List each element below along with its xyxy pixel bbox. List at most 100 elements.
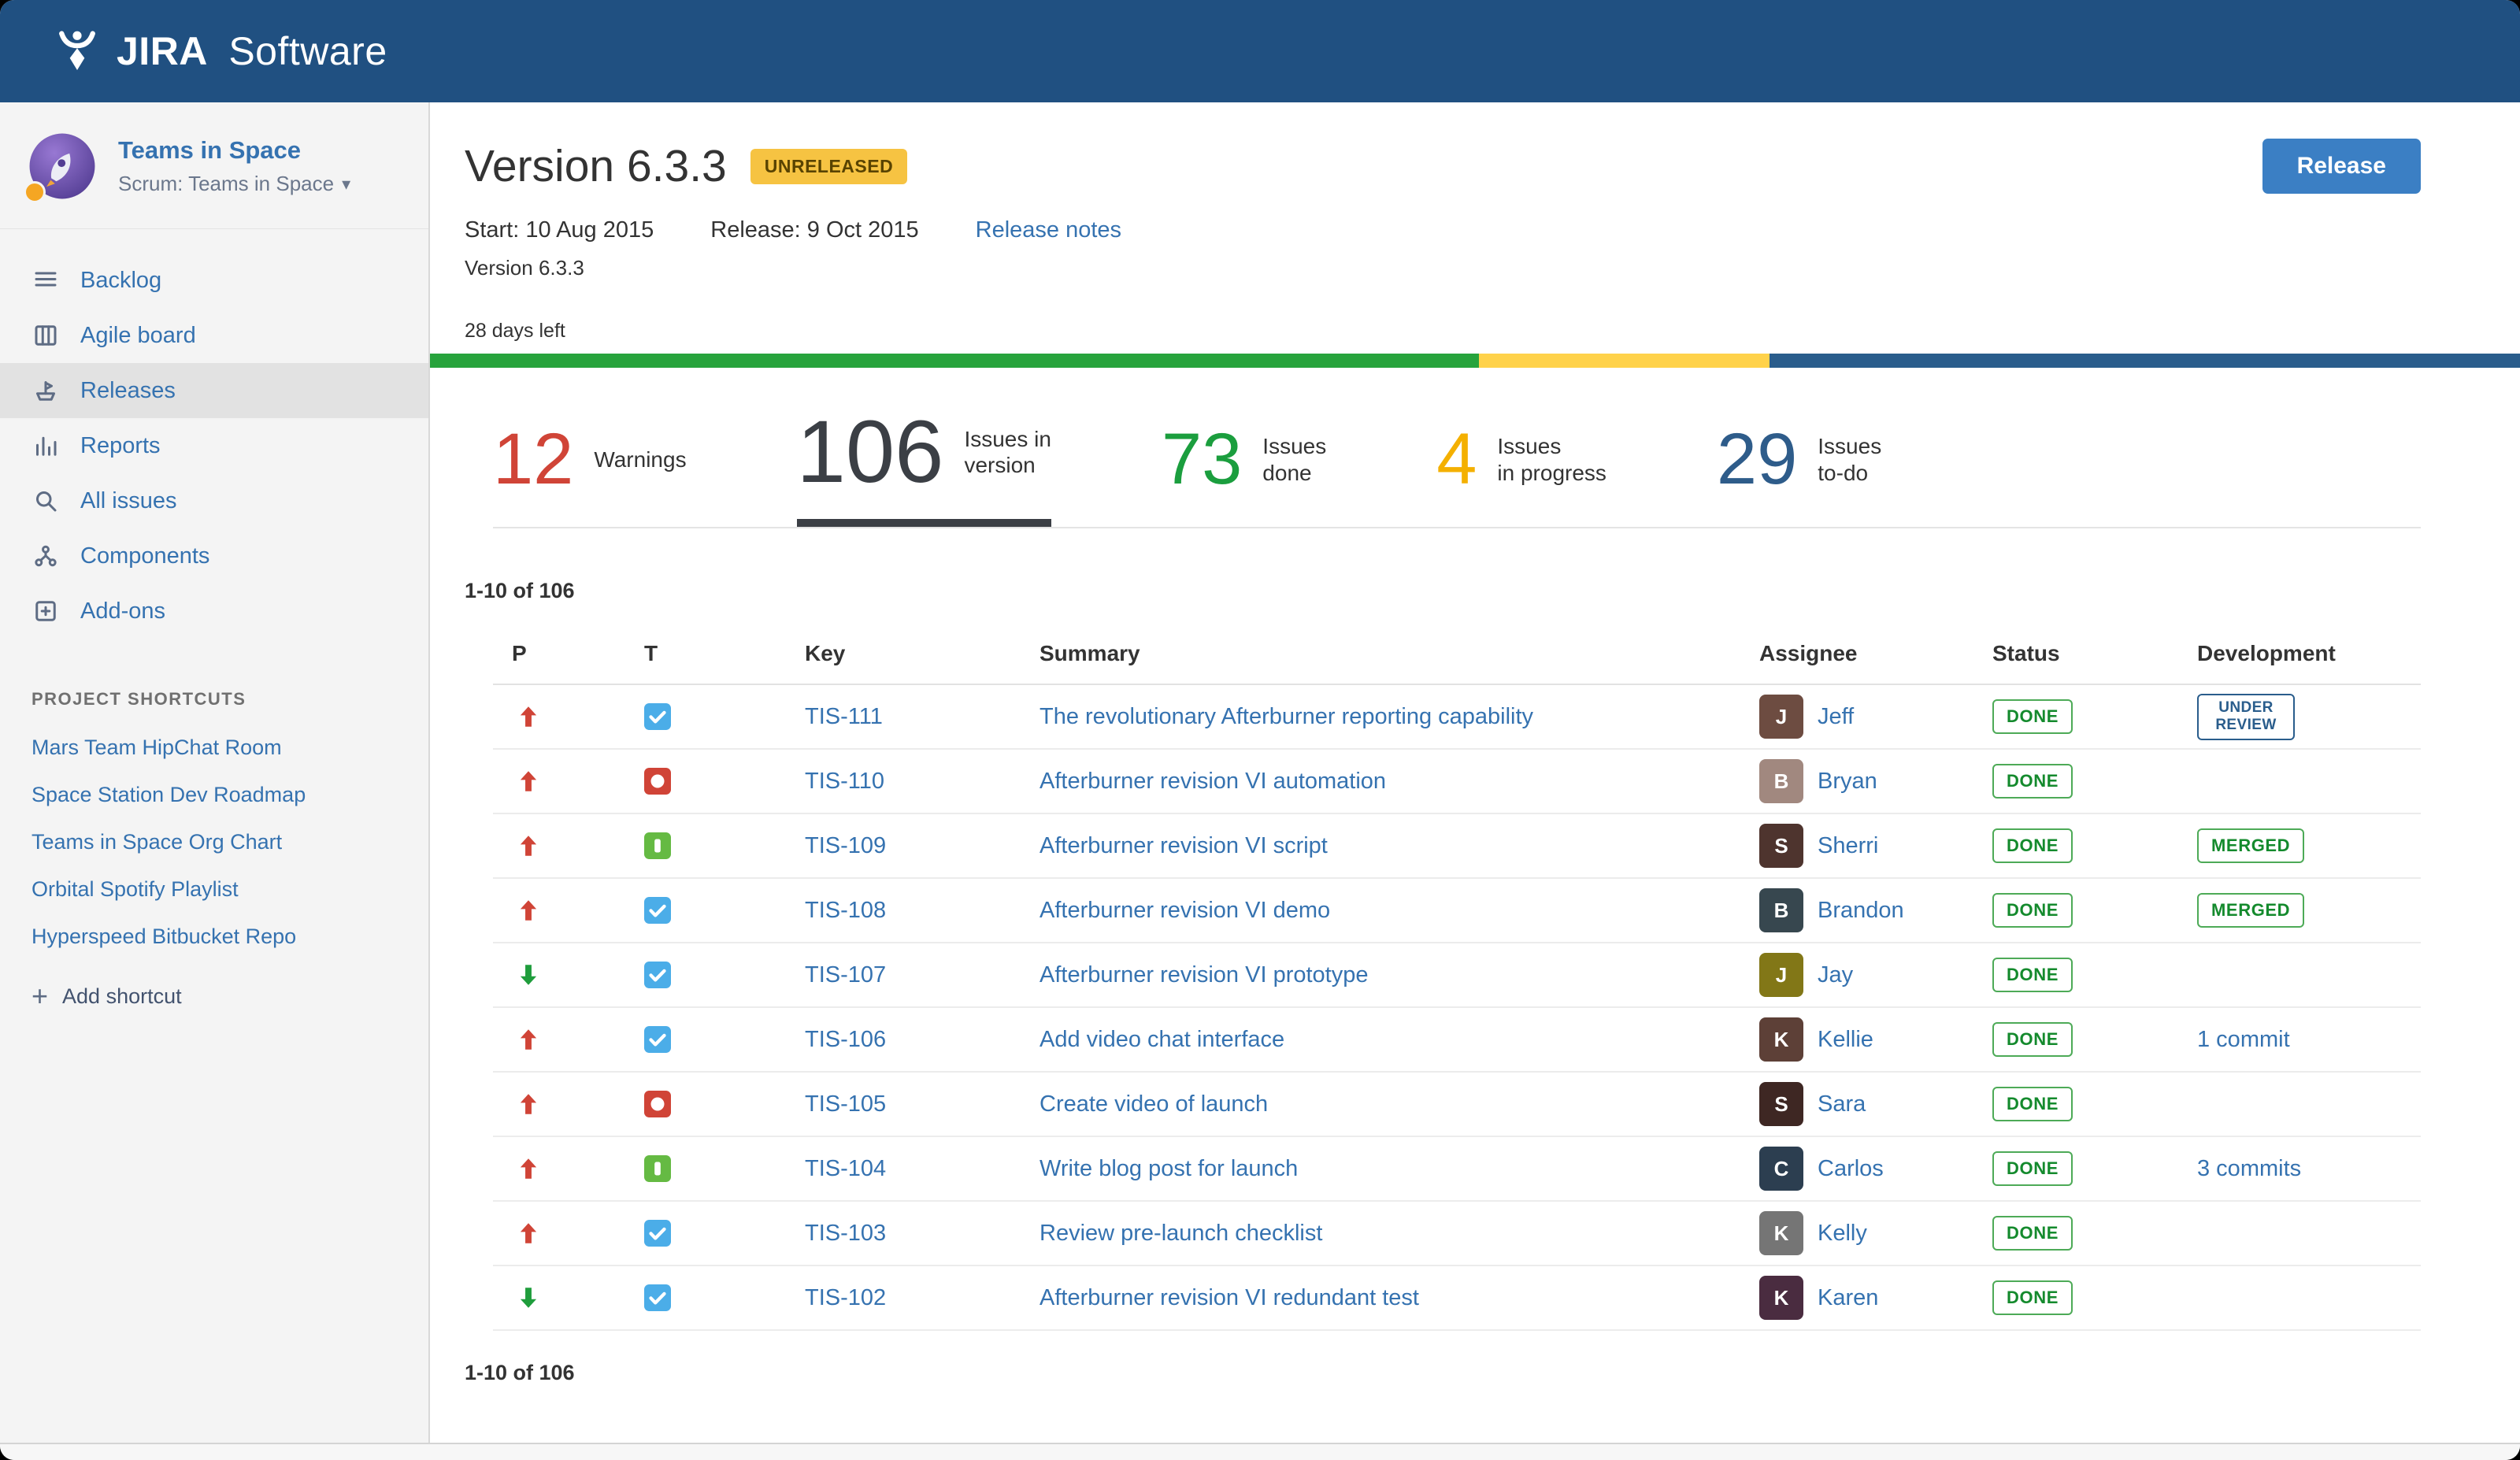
issue-summary-link[interactable]: Write blog post for launch bbox=[1040, 1156, 1298, 1181]
column-header-summary[interactable]: Summary bbox=[1021, 625, 1740, 686]
type-task-icon bbox=[644, 1026, 786, 1054]
issue-summary-link[interactable]: Afterburner revision VI prototype bbox=[1040, 962, 1368, 988]
table-row: TIS-105 Create video of launch S Sara DONE bbox=[493, 1072, 2421, 1138]
version-description: Version 6.3.3 bbox=[465, 256, 584, 280]
column-header-assignee[interactable]: Assignee bbox=[1740, 625, 1973, 686]
shortcut-link-mars-team-hipchat-room[interactable]: Mars Team HipChat Room bbox=[0, 724, 428, 771]
type-bug-icon bbox=[644, 1091, 786, 1118]
sidebar-item-label: Agile board bbox=[80, 322, 196, 348]
issue-summary-link[interactable]: Add video chat interface bbox=[1040, 1027, 1284, 1052]
column-header-key[interactable]: Key bbox=[786, 625, 1021, 686]
priority-down-icon bbox=[512, 1286, 625, 1310]
assignee-link[interactable]: Carlos bbox=[1818, 1156, 1884, 1182]
sidebar-item-reports[interactable]: Reports bbox=[0, 418, 428, 473]
assignee-link[interactable]: Sherri bbox=[1818, 833, 1878, 859]
release-button[interactable]: Release bbox=[2262, 139, 2421, 194]
brand-secondary: Software bbox=[228, 29, 387, 73]
release-progress-bar[interactable] bbox=[430, 354, 2520, 368]
project-shortcuts-list: Mars Team HipChat Room Space Station Dev … bbox=[0, 724, 428, 960]
project-meta: Teams in Space Scrum: Teams in Space ▾ bbox=[118, 136, 350, 196]
sidebar-item-components[interactable]: Components bbox=[0, 528, 428, 584]
all-issues-icon bbox=[32, 487, 60, 515]
assignee-link[interactable]: Kelly bbox=[1818, 1221, 1867, 1247]
stat-warnings[interactable]: 12 Warnings bbox=[493, 423, 687, 527]
issue-summary-link[interactable]: The revolutionary Afterburner reporting … bbox=[1040, 704, 1533, 729]
sidebar-item-all-issues[interactable]: All issues bbox=[0, 473, 428, 528]
assignee-link[interactable]: Jeff bbox=[1818, 704, 1854, 730]
avatar: S bbox=[1759, 824, 1803, 869]
releases-icon bbox=[32, 376, 60, 405]
table-row: TIS-110 Afterburner revision VI automatio… bbox=[493, 749, 2421, 815]
status-badge: DONE bbox=[1992, 1216, 2073, 1251]
assignee-link[interactable]: Kellie bbox=[1818, 1027, 1873, 1053]
issue-summary-link[interactable]: Afterburner revision VI redundant test bbox=[1040, 1285, 1419, 1310]
progress-segment-to-do bbox=[1770, 354, 2520, 368]
issue-summary-link[interactable]: Afterburner revision VI automation bbox=[1040, 769, 1386, 794]
sidebar-item-releases[interactable]: Releases bbox=[0, 363, 428, 418]
status-badge: DONE bbox=[1992, 958, 2073, 993]
project-header: Teams in Space Scrum: Teams in Space ▾ bbox=[0, 102, 428, 229]
board-switcher[interactable]: Scrum: Teams in Space ▾ bbox=[118, 172, 350, 196]
dev-commits-link[interactable]: 3 commits bbox=[2197, 1156, 2301, 1181]
issue-key-link[interactable]: TIS-105 bbox=[805, 1091, 886, 1117]
stat-issues-done[interactable]: 73 Issues done bbox=[1162, 423, 1326, 527]
status-badge: DONE bbox=[1992, 699, 2073, 735]
shortcut-link-hyperspeed-bitbucket-repo[interactable]: Hyperspeed Bitbucket Repo bbox=[0, 913, 428, 960]
jira-logo-icon[interactable] bbox=[52, 26, 102, 76]
issue-key-link[interactable]: TIS-111 bbox=[805, 704, 883, 729]
assignee-link[interactable]: Jay bbox=[1818, 962, 1853, 988]
version-header-section: Version 6.3.3 UNRELEASED Release Start: … bbox=[430, 102, 2520, 343]
issue-key-link[interactable]: TIS-109 bbox=[805, 833, 886, 858]
column-header-status[interactable]: Status bbox=[1973, 625, 2178, 686]
column-header-t[interactable]: T bbox=[625, 625, 786, 686]
dev-status-badge: MERGED bbox=[2197, 828, 2305, 864]
assignee-cell: S Sara bbox=[1759, 1082, 1973, 1127]
table-row: TIS-106 Add video chat interface K Kellie DO… bbox=[493, 1007, 2421, 1073]
issue-key-link[interactable]: TIS-110 bbox=[805, 769, 884, 794]
assignee-link[interactable]: Sara bbox=[1818, 1091, 1866, 1117]
issue-key-link[interactable]: TIS-108 bbox=[805, 898, 886, 923]
sidebar-item-agile-board[interactable]: Agile board bbox=[0, 308, 428, 363]
assignee-link[interactable]: Karen bbox=[1818, 1285, 1878, 1311]
sidebar-nav: Backlog Agile board Releases Reports All iss… bbox=[0, 229, 428, 639]
project-shortcuts-heading: PROJECT SHORTCUTS bbox=[32, 689, 246, 709]
issue-summary-link[interactable]: Review pre-launch checklist bbox=[1040, 1221, 1322, 1246]
app-logo[interactable]: JIRA Software bbox=[117, 28, 387, 74]
assignee-link[interactable]: Bryan bbox=[1818, 769, 1877, 795]
sidebar-item-label: Add-ons bbox=[80, 598, 166, 624]
release-notes-link[interactable]: Release notes bbox=[976, 217, 1121, 243]
shortcut-link-space-station-dev-roadmap[interactable]: Space Station Dev Roadmap bbox=[0, 771, 428, 818]
assignee-cell: K Kelly bbox=[1759, 1211, 1973, 1256]
project-avatar-badge-icon bbox=[24, 181, 46, 203]
column-header-development[interactable]: Development bbox=[2178, 625, 2421, 686]
issue-key-link[interactable]: TIS-103 bbox=[805, 1221, 886, 1246]
issue-summary-link[interactable]: Afterburner revision VI demo bbox=[1040, 898, 1330, 923]
issue-key-link[interactable]: TIS-106 bbox=[805, 1027, 886, 1052]
issue-summary-link[interactable]: Create video of launch bbox=[1040, 1091, 1268, 1117]
sidebar-item-add-ons[interactable]: Add-ons bbox=[0, 584, 428, 639]
sidebar-item-backlog[interactable]: Backlog bbox=[0, 253, 428, 308]
type-story-icon bbox=[644, 1155, 786, 1183]
stat-issues-in-progress[interactable]: 4 Issues in progress bbox=[1436, 419, 1606, 527]
shortcut-link-orbital-spotify-playlist[interactable]: Orbital Spotify Playlist bbox=[0, 865, 428, 913]
issue-key-link[interactable]: TIS-107 bbox=[805, 962, 886, 988]
stat-issues-in-version[interactable]: 106 Issues in version bbox=[796, 407, 1051, 528]
table-row: TIS-103 Review pre-launch checklist K Kelly… bbox=[493, 1201, 2421, 1267]
stat-value: 4 bbox=[1436, 419, 1477, 499]
project-avatar[interactable] bbox=[24, 132, 96, 203]
shortcut-link-teams-in-space-org-chart[interactable]: Teams in Space Org Chart bbox=[0, 818, 428, 865]
column-header-p[interactable]: P bbox=[493, 625, 625, 686]
dev-commits-link[interactable]: 1 commit bbox=[2197, 1027, 2290, 1052]
issue-key-link[interactable]: TIS-104 bbox=[805, 1156, 886, 1181]
issue-key-link[interactable]: TIS-102 bbox=[805, 1285, 886, 1310]
priority-down-icon bbox=[512, 963, 625, 987]
assignee-link[interactable]: Brandon bbox=[1818, 898, 1904, 924]
stat-issues-to-do[interactable]: 29 Issues to-do bbox=[1717, 423, 1881, 527]
issue-summary-link[interactable]: Afterburner revision VI script bbox=[1040, 833, 1328, 858]
dev-status-badge: UNDER REVIEW bbox=[2197, 693, 2295, 741]
stat-label: Issues in progress bbox=[1497, 434, 1606, 485]
add-shortcut-button[interactable]: + Add shortcut bbox=[0, 982, 428, 1010]
table-row: TIS-104 Write blog post for launch C Carlos… bbox=[493, 1136, 2421, 1202]
table-row: TIS-107 Afterburner revision VI prototype… bbox=[493, 943, 2421, 1009]
main-content: Version 6.3.3 UNRELEASED Release Start: … bbox=[430, 102, 2520, 1443]
